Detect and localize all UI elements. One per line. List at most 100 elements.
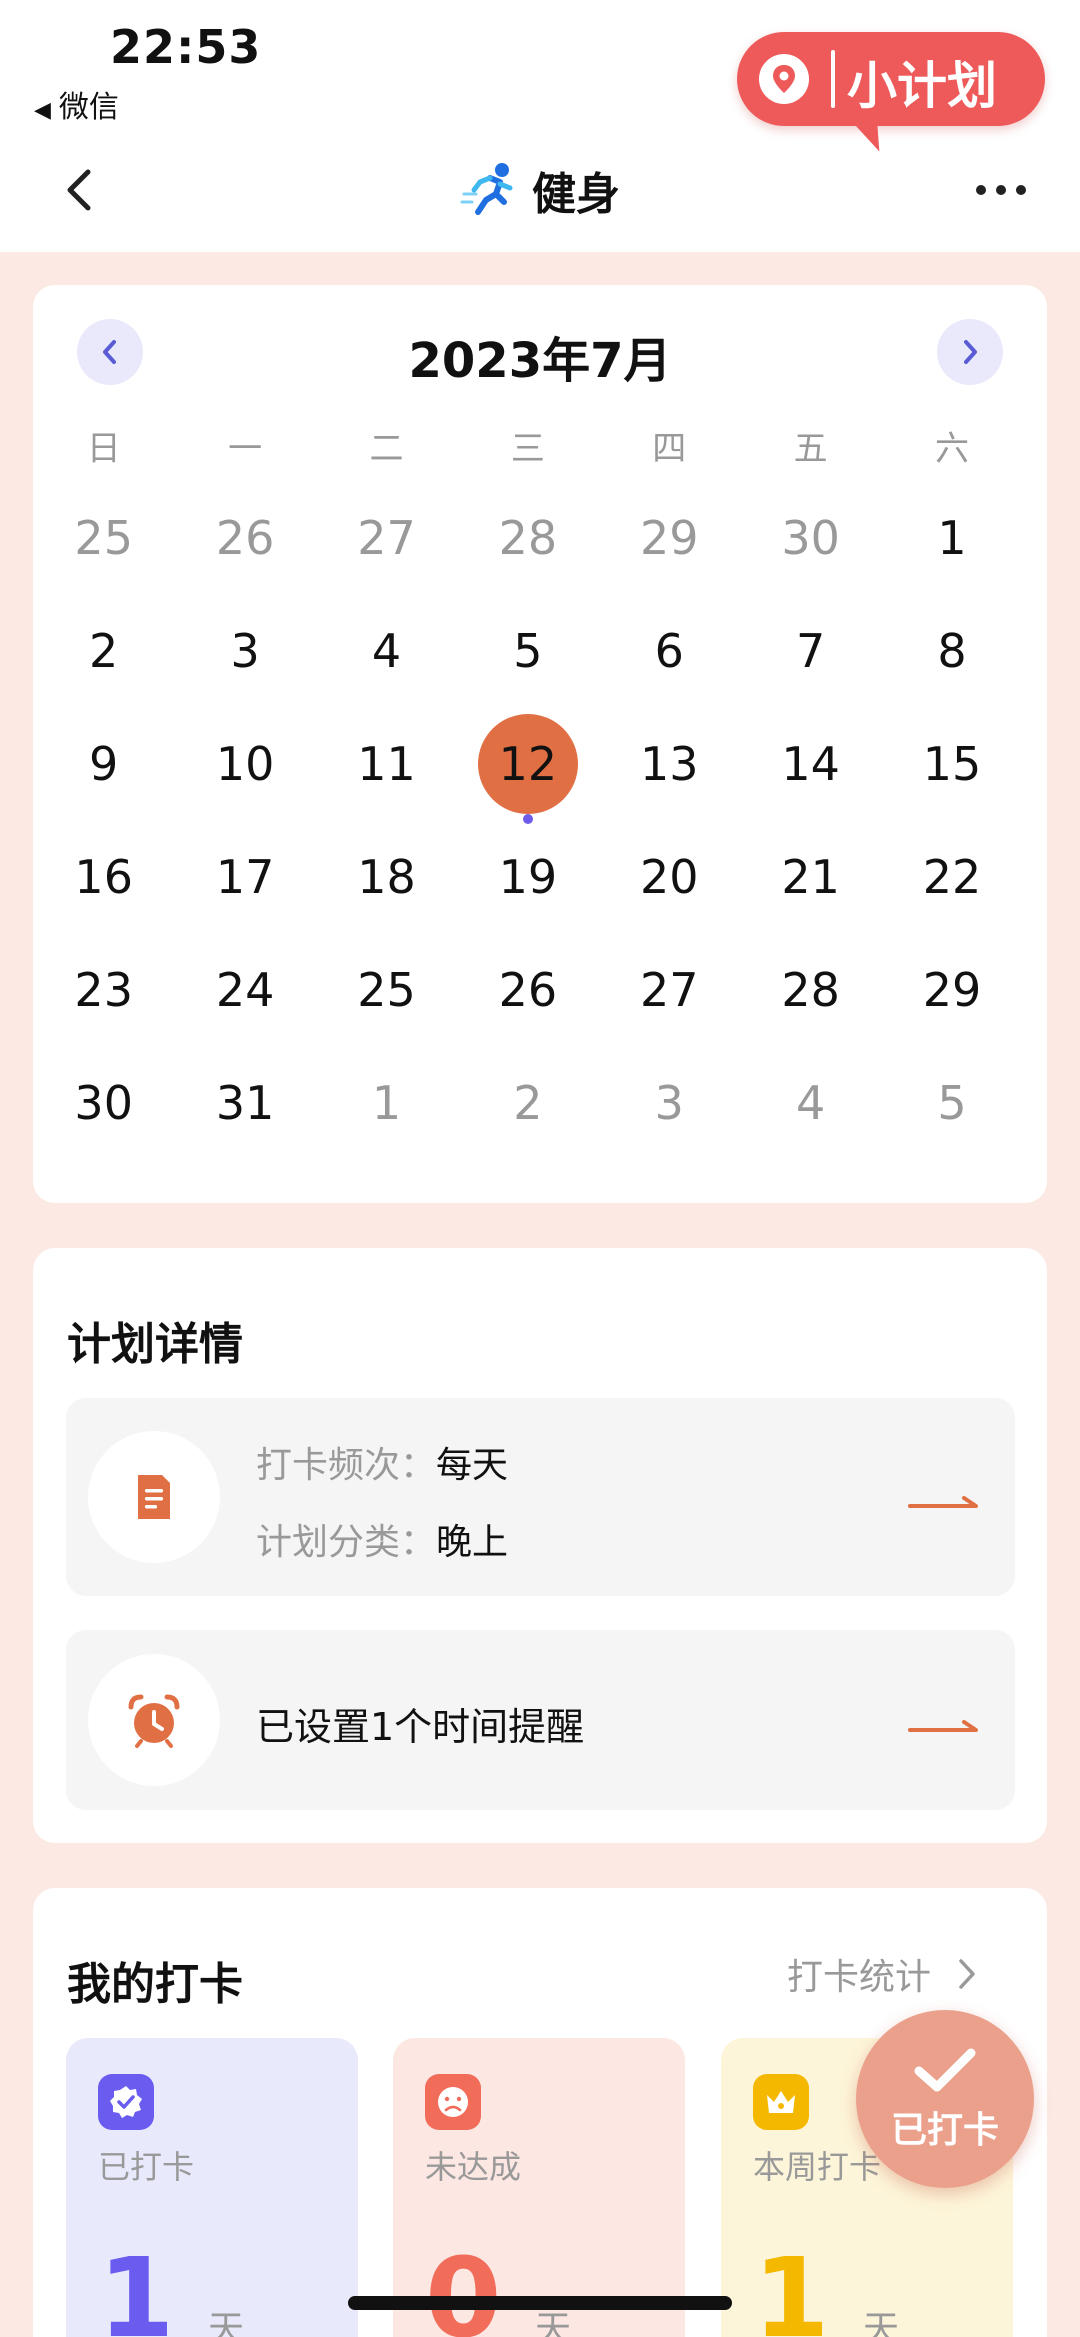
calendar-day[interactable]: 19 [457, 820, 598, 933]
calendar-day[interactable]: 16 [33, 820, 174, 933]
back-to-wechat[interactable]: ◀ 微信 [34, 82, 119, 126]
weekday-label: 一 [228, 428, 263, 469]
calendar-day[interactable]: 3 [174, 594, 315, 707]
frequency-value: 每天 [436, 1445, 509, 1486]
top-bar: 22:53 ◀ 微信 小计划 健身 [0, 0, 1080, 252]
calendar-day[interactable]: 30 [740, 481, 881, 594]
checked-in-fab[interactable]: 已打卡 [856, 2010, 1034, 2188]
calendar-day[interactable]: 13 [599, 707, 740, 820]
back-app-label: 微信 [58, 90, 119, 125]
weekday-label: 日 [86, 428, 121, 469]
category-label: 计划分类： [256, 1522, 437, 1563]
calendar-week: 23 24 25 26 27 28 29 [33, 933, 1047, 1046]
chevron-right-icon [964, 340, 977, 364]
weekday-label: 二 [369, 428, 404, 469]
calendar-day[interactable]: 10 [174, 707, 315, 820]
fab-label: 已打卡 [890, 2110, 999, 2151]
my-checkin-title: 我的打卡 [67, 1959, 243, 2010]
category-line: 计划分类：晚上 [256, 1513, 508, 1565]
sad-face-icon [425, 2074, 481, 2130]
frequency-label: 打卡频次： [256, 1445, 437, 1486]
calendar-day[interactable]: 15 [881, 707, 1022, 820]
calendar-day[interactable]: 26 [457, 933, 598, 1046]
calendar-week: 30 31 1 2 3 4 5 [33, 1046, 1047, 1159]
weekday-label: 三 [510, 428, 545, 469]
calendar-day[interactable]: 11 [316, 707, 457, 820]
stat-unit: 天 [208, 2309, 245, 2337]
calendar-day[interactable]: 8 [881, 594, 1022, 707]
calendar-day[interactable]: 25 [33, 481, 174, 594]
calendar-day[interactable]: 14 [740, 707, 881, 820]
weekday-label: 四 [652, 428, 687, 469]
mini-program-badge[interactable]: 小计划 [737, 32, 1045, 157]
calendar-week: 25 26 27 28 29 30 1 [33, 481, 1047, 594]
calendar-day[interactable]: 6 [599, 594, 740, 707]
plan-settings-row[interactable]: 打卡频次：每天 计划分类：晚上 [66, 1398, 1015, 1596]
arrow-right-icon [908, 1720, 978, 1732]
calendar-day[interactable]: 7 [740, 594, 881, 707]
checkin-stats-link[interactable]: 打卡统计 [787, 1948, 977, 2000]
calendar-day[interactable]: 18 [316, 820, 457, 933]
mini-program-name: 小计划 [847, 57, 997, 115]
calendar-day[interactable]: 27 [316, 481, 457, 594]
frequency-line: 打卡频次：每天 [256, 1436, 508, 1488]
crown-icon [753, 2074, 809, 2130]
calendar-day[interactable]: 21 [740, 820, 881, 933]
stat-label: 未达成 [425, 2148, 522, 2186]
page-title: 健身 [460, 160, 620, 220]
stat-unit: 天 [863, 2309, 900, 2337]
reminder-text: 已设置1个时间提醒 [256, 1705, 585, 1749]
badge-separator [831, 50, 835, 108]
weekday-label: 五 [793, 428, 828, 469]
calendar-day[interactable]: 29 [599, 481, 740, 594]
next-month-button[interactable] [937, 319, 1003, 385]
stat-not-achieved[interactable]: 未达成 0 天 [393, 2038, 685, 2337]
calendar-day[interactable]: 30 [33, 1046, 174, 1159]
calendar-day[interactable]: 22 [881, 820, 1022, 933]
calendar-week: 9 10 11 12 13 14 15 [33, 707, 1047, 824]
calendar-day-selected[interactable]: 12 [457, 707, 598, 824]
back-chevron-icon[interactable] [60, 166, 96, 214]
plan-details-card: 计划详情 打卡频次：每天 计划分类：晚上 已设置1个时间提醒 [33, 1248, 1047, 1843]
calendar-day[interactable]: 9 [33, 707, 174, 820]
calendar-day[interactable]: 31 [174, 1046, 315, 1159]
more-icon[interactable] [976, 170, 1026, 210]
category-value: 晚上 [436, 1522, 509, 1563]
calendar-day[interactable]: 28 [740, 933, 881, 1046]
calendar-day[interactable]: 5 [881, 1046, 1022, 1159]
document-icon [88, 1431, 220, 1563]
calendar-day[interactable]: 1 [881, 481, 1022, 594]
calendar-month-title: 2023年7月 [408, 333, 672, 389]
plan-details-title: 计划详情 [67, 1319, 243, 1370]
runner-icon [460, 163, 513, 215]
calendar-day[interactable]: 17 [174, 820, 315, 933]
weekday-label: 六 [935, 428, 970, 469]
calendar-day[interactable]: 28 [457, 481, 598, 594]
calendar-grid: 日 一 二 三 四 五 六 25 26 27 28 29 30 1 2 3 4 … [33, 415, 1047, 1159]
calendar-day[interactable]: 4 [316, 594, 457, 707]
calendar-week: 2 3 4 5 6 7 8 [33, 594, 1047, 707]
stat-value: 1 [753, 2234, 830, 2337]
page-title-text: 健身 [532, 169, 620, 220]
calendar-day[interactable]: 23 [33, 933, 174, 1046]
selected-day-bubble: 12 [477, 713, 578, 814]
back-triangle-icon: ◀ [34, 98, 51, 123]
stat-value: 1 [98, 2234, 175, 2337]
calendar-day[interactable]: 2 [33, 594, 174, 707]
calendar-day[interactable]: 24 [174, 933, 315, 1046]
calendar-day[interactable]: 2 [457, 1046, 598, 1159]
calendar-day[interactable]: 29 [881, 933, 1022, 1046]
calendar-day[interactable]: 20 [599, 820, 740, 933]
stat-checked-in[interactable]: 已打卡 1 天 [66, 2038, 358, 2337]
calendar-week: 16 17 18 19 20 21 22 [33, 820, 1047, 933]
chevron-right-icon [959, 1959, 975, 1989]
calendar-day[interactable]: 25 [316, 933, 457, 1046]
status-time: 22:53 [110, 20, 262, 74]
calendar-day[interactable]: 26 [174, 481, 315, 594]
reminder-row[interactable]: 已设置1个时间提醒 [66, 1630, 1015, 1810]
calendar-day[interactable]: 4 [740, 1046, 881, 1159]
calendar-day[interactable]: 1 [316, 1046, 457, 1159]
calendar-day[interactable]: 5 [457, 594, 598, 707]
calendar-day[interactable]: 3 [599, 1046, 740, 1159]
calendar-day[interactable]: 27 [599, 933, 740, 1046]
